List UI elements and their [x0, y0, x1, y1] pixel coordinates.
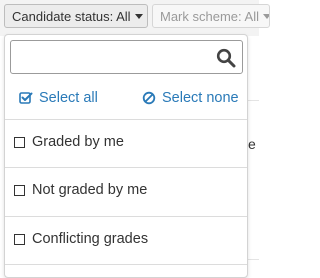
- option-label: Graded by me: [32, 134, 124, 150]
- option-graded-by-me[interactable]: Graded by me: [5, 120, 247, 168]
- ban-icon: [142, 91, 156, 105]
- search-input[interactable]: [17, 42, 219, 74]
- option-conflicting-grades[interactable]: Conflicting grades: [5, 217, 247, 265]
- option-checkbox[interactable]: [14, 234, 25, 245]
- select-none-label: Select none: [162, 90, 239, 106]
- background-table-rule: [248, 100, 259, 101]
- dropdown-divider: [5, 264, 247, 265]
- check-square-icon: [19, 92, 33, 104]
- option-label: Conflicting grades: [32, 231, 149, 247]
- candidate-status-filter-label: Candidate status: All: [12, 9, 131, 24]
- background-table-rule: [248, 259, 259, 260]
- option-not-graded-by-me[interactable]: Not graded by me: [5, 168, 247, 216]
- option-checkbox[interactable]: [14, 137, 25, 148]
- candidate-status-dropdown: Select all Select none Graded by me Not …: [4, 34, 248, 278]
- caret-down-icon: [134, 14, 143, 20]
- select-all-label: Select all: [39, 90, 98, 106]
- candidate-status-filter-button[interactable]: Candidate status: All: [4, 4, 148, 28]
- background-table-text: e: [248, 136, 256, 152]
- option-label: Not graded by me: [32, 182, 148, 198]
- mark-scheme-filter-label: Mark scheme: All: [160, 9, 259, 24]
- mark-scheme-filter-button[interactable]: Mark scheme: All: [152, 4, 270, 28]
- search-icon[interactable]: [216, 48, 236, 68]
- caret-down-icon: [262, 14, 269, 20]
- search-field[interactable]: [10, 40, 243, 74]
- option-checkbox[interactable]: [14, 185, 25, 196]
